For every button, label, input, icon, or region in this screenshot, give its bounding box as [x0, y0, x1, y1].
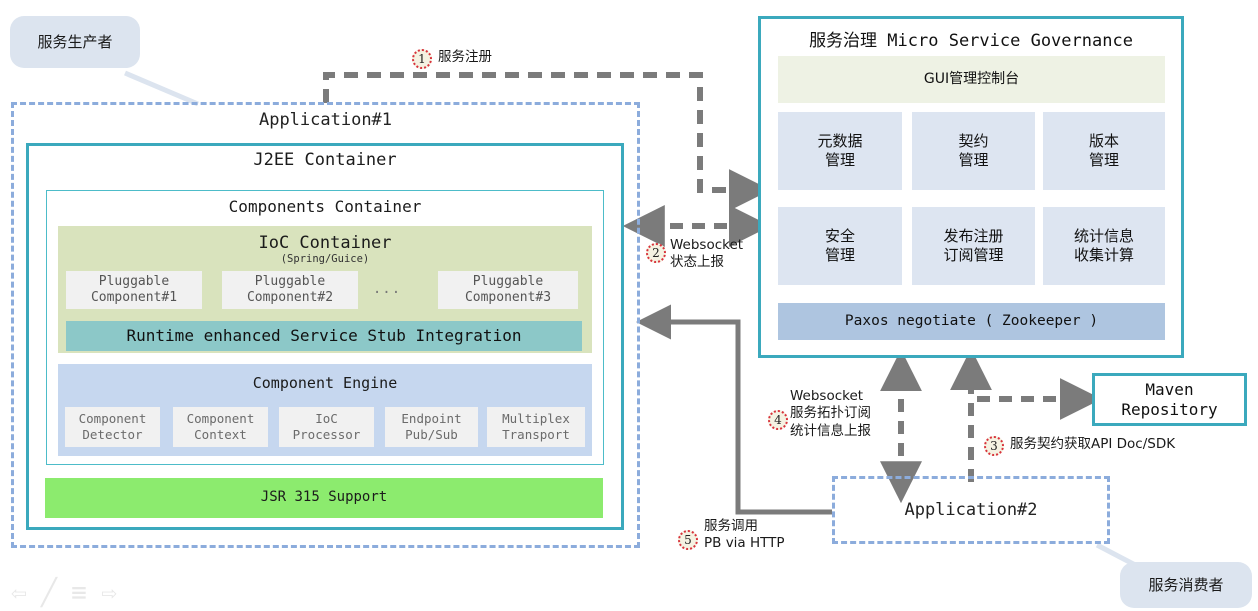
- application2-title: Application#2: [904, 500, 1038, 520]
- bubble-service-producer: 服务生产者: [10, 16, 140, 68]
- step-badge-2: 2: [646, 243, 666, 263]
- governance-cell-metadata-management[interactable]: 元数据 管理: [778, 112, 902, 190]
- step-label-1: 服务注册: [438, 49, 492, 65]
- diagram-canvas: 服务生产者 服务消费者 Application#1 J2EE Container…: [0, 0, 1258, 611]
- j2ee-container-title: J2EE Container: [253, 150, 397, 170]
- bubble-consumer-label: 服务消费者: [1148, 575, 1224, 594]
- governance-cell-contract-management[interactable]: 契约 管理: [912, 112, 1035, 190]
- list-icon[interactable]: ≡: [66, 580, 92, 606]
- step-label-5: 服务调用 PB via HTTP: [704, 518, 785, 552]
- step-badge-1: 1: [412, 49, 432, 69]
- engine-cell-endpoint-pubsub[interactable]: Endpoint Pub/Sub: [385, 407, 478, 447]
- step-badge-4: 4: [768, 410, 788, 430]
- governance-title: 服务治理 Micro Service Governance: [809, 31, 1133, 51]
- bubble-producer-label: 服务生产者: [37, 32, 113, 51]
- step-label-3: 服务契约获取API Doc/SDK: [1010, 436, 1176, 452]
- ioc-container-title: IoC Container: [258, 233, 392, 253]
- jsr-315-support-bar[interactable]: JSR 315 Support: [45, 478, 603, 518]
- runtime-stub-bar[interactable]: Runtime enhanced Service Stub Integratio…: [66, 321, 582, 351]
- engine-cell-ioc-processor[interactable]: IoC Processor: [279, 407, 374, 447]
- maven-repository-box[interactable]: Maven Repository: [1092, 373, 1247, 426]
- arrow-service-contract: [950, 348, 1102, 482]
- bubble-service-consumer: 服务消费者: [1120, 562, 1252, 608]
- application1-title: Application#1: [258, 110, 393, 130]
- governance-cell-publish-subscribe-management[interactable]: 发布注册 订阅管理: [912, 207, 1035, 285]
- pencil-icon[interactable]: ╱: [36, 580, 62, 606]
- engine-cell-multiplex-transport[interactable]: Multiplex Transport: [487, 407, 585, 447]
- engine-cell-component-detector[interactable]: Component Detector: [65, 407, 160, 447]
- pluggable-ellipsis: ...: [372, 281, 402, 298]
- ioc-container-subtitle: (Spring/Guice): [280, 253, 370, 265]
- back-arrow-icon[interactable]: ⇦: [6, 580, 32, 606]
- pluggable-component-2[interactable]: Pluggable Component#2: [222, 271, 358, 309]
- paxos-negotiate-bar[interactable]: Paxos negotiate ( Zookeeper ): [778, 303, 1165, 340]
- step-badge-5: 5: [678, 530, 698, 550]
- forward-arrow-icon[interactable]: ⇨: [96, 580, 122, 606]
- pluggable-component-3[interactable]: Pluggable Component#3: [438, 271, 578, 309]
- gui-console-bar[interactable]: GUI管理控制台: [778, 56, 1165, 103]
- step-badge-3: 3: [984, 436, 1004, 456]
- governance-cell-statistics-collection[interactable]: 统计信息 收集计算: [1043, 207, 1165, 285]
- step-label-4: Websocket 服务拓扑订阅 统计信息上报: [790, 388, 871, 439]
- governance-cell-version-management[interactable]: 版本 管理: [1043, 112, 1165, 190]
- components-container-title: Components Container: [228, 197, 422, 216]
- engine-cell-component-context[interactable]: Component Context: [173, 407, 268, 447]
- bubble-tail-producer: [124, 70, 199, 107]
- pluggable-component-1[interactable]: Pluggable Component#1: [66, 271, 202, 309]
- governance-cell-security-management[interactable]: 安全 管理: [778, 207, 902, 285]
- component-engine-title: Component Engine: [252, 374, 398, 392]
- step-label-2: Websocket 状态上报: [670, 237, 744, 271]
